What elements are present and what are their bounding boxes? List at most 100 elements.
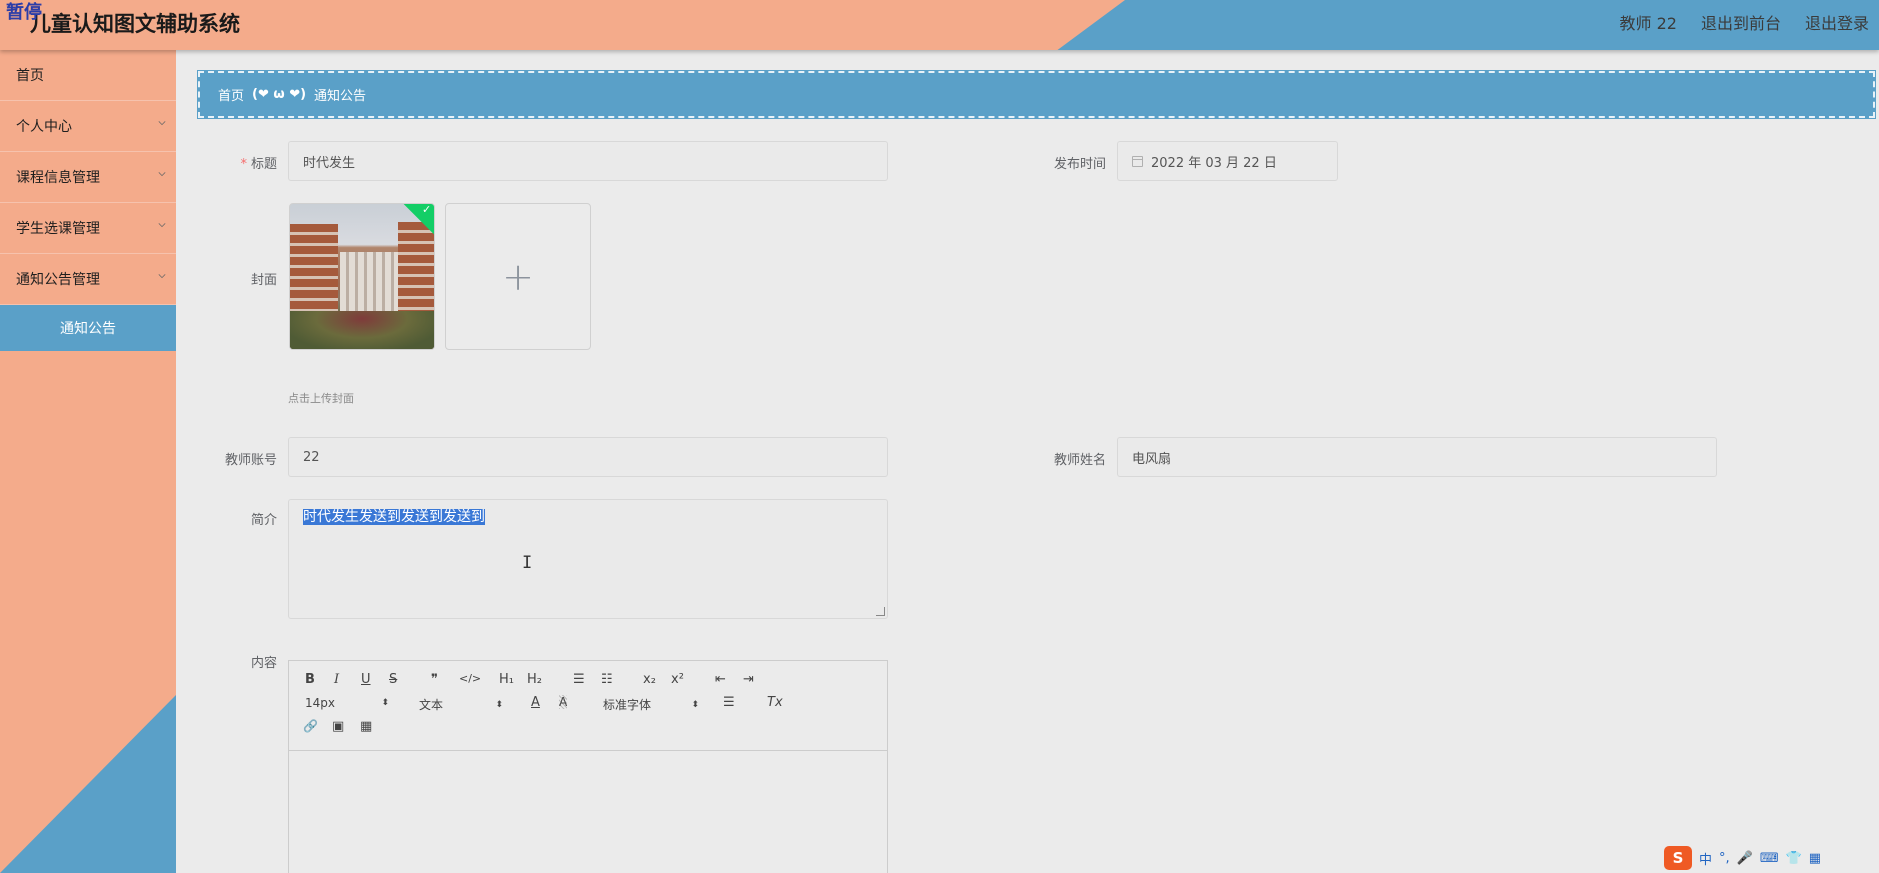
- sidebar-item-label: 个人中心: [16, 119, 72, 135]
- intro-selected-text: 时代发生发送到发送到发送到: [303, 509, 485, 525]
- content-label: 内容: [250, 656, 277, 671]
- link-button[interactable]: 🔗: [303, 719, 318, 733]
- indent-button[interactable]: ⇥: [743, 672, 754, 687]
- sidebar-item-label: 课程信息管理: [16, 170, 100, 186]
- chevron-up-icon: [158, 274, 166, 279]
- font-family-value: 标准字体: [603, 698, 652, 712]
- block-type-value: 文本: [419, 698, 444, 712]
- chevron-down-icon: [158, 121, 166, 126]
- cover-building-mid: [340, 252, 398, 314]
- logout-link[interactable]: 退出登录: [1805, 10, 1869, 34]
- sidebar-item-label: 首页: [16, 68, 44, 84]
- title-input[interactable]: 时代发生: [288, 141, 888, 181]
- breadcrumb-separator: (❤ ω ❤): [252, 87, 307, 102]
- h1-button[interactable]: H₁: [499, 672, 514, 687]
- ime-logo[interactable]: S: [1664, 846, 1692, 870]
- bullet-list-button[interactable]: ☷: [601, 672, 613, 687]
- rich-text-editor[interactable]: B I U S ❞ </> H₁ H₂ ☰ ☷ x₂ x² ⇤ ⇥ 14px ⬍…: [288, 660, 888, 873]
- app-title: 儿童认知图文辅助系统: [30, 12, 240, 36]
- font-size-value: 14px: [305, 696, 335, 710]
- align-button[interactable]: ☰: [723, 695, 735, 710]
- teacher-name-input[interactable]: 电风扇: [1117, 437, 1717, 477]
- background-color-button[interactable]: A: [559, 695, 568, 709]
- superscript-button[interactable]: x²: [671, 672, 684, 687]
- ime-punctuation[interactable]: °,: [1719, 851, 1730, 866]
- sidebar: 首页 个人中心 课程信息管理 学生选课管理 通知公告管理 通知公告: [0, 50, 176, 873]
- teacher-account-value: 22: [303, 449, 320, 465]
- sidebar-decor: [0, 695, 176, 873]
- teacher-account-label: 教师账号: [224, 453, 277, 468]
- h2-button[interactable]: H₂: [527, 672, 542, 687]
- sidebar-item-notice-manage[interactable]: 通知公告管理: [0, 254, 176, 305]
- teacher-account-input[interactable]: 22: [288, 437, 888, 477]
- top-header: 儿童认知图文辅助系统 暂停 教师 22 退出到前台 退出登录: [0, 0, 1879, 50]
- sidebar-item-label: 通知公告管理: [16, 272, 100, 288]
- ordered-list-button[interactable]: ☰: [573, 672, 585, 687]
- ime-toolbar: S 中 °, 🎤 ⌨ 👕 ▦: [1664, 846, 1821, 870]
- cover-label: 封面: [250, 273, 277, 288]
- outdent-button[interactable]: ⇤: [715, 672, 726, 687]
- sidebar-item-student-course[interactable]: 学生选课管理: [0, 203, 176, 254]
- cover-building-right: [398, 222, 434, 317]
- sidebar-item-home[interactable]: 首页: [0, 50, 176, 101]
- block-type-select[interactable]: 文本 ⬍: [419, 696, 503, 713]
- breadcrumb-home[interactable]: 首页: [218, 85, 244, 104]
- header-actions: 教师 22 退出到前台 退出登录: [1620, 10, 1869, 34]
- exit-to-front-link[interactable]: 退出到前台: [1701, 10, 1781, 34]
- cover-garden: [290, 311, 434, 349]
- microphone-icon[interactable]: 🎤: [1737, 851, 1753, 866]
- skin-icon[interactable]: 👕: [1786, 851, 1802, 866]
- font-color-button[interactable]: A: [531, 695, 540, 710]
- select-arrows-icon: ⬍: [691, 699, 699, 710]
- sidebar-item-label: 学生选课管理: [16, 221, 100, 237]
- underline-button[interactable]: U: [361, 672, 371, 687]
- image-button[interactable]: ▣: [332, 719, 344, 734]
- font-family-select[interactable]: 标准字体 ⬍: [603, 696, 699, 713]
- sidebar-item-notice[interactable]: 通知公告: [0, 305, 176, 351]
- intro-label: 简介: [250, 513, 277, 528]
- select-arrows-icon: ⬍: [381, 698, 389, 708]
- teacher-name-label: 教师姓名: [1053, 453, 1106, 468]
- current-user: 教师 22: [1619, 14, 1677, 33]
- clean-format-button[interactable]: Tx: [767, 695, 783, 710]
- publish-time-label: 发布时间: [1053, 157, 1106, 172]
- subscript-button[interactable]: x₂: [643, 672, 656, 687]
- blockquote-button[interactable]: ❞: [431, 672, 438, 687]
- pause-badge: 暂停: [6, 2, 42, 23]
- title-label-text: 标题: [250, 157, 277, 172]
- title-label: * 标题: [187, 153, 277, 172]
- video-button[interactable]: ▦: [360, 719, 372, 734]
- publish-date-input[interactable]: 2022 年 03 月 22 日: [1117, 141, 1338, 181]
- resize-handle[interactable]: [876, 607, 885, 616]
- intro-textarea[interactable]: 时代发生发送到发送到发送到: [288, 499, 888, 619]
- cover-building-left: [290, 224, 338, 319]
- keyboard-icon[interactable]: ⌨: [1760, 851, 1779, 866]
- check-icon: ✓: [422, 203, 432, 216]
- required-mark: *: [240, 157, 247, 172]
- ime-mode[interactable]: 中: [1699, 849, 1712, 868]
- code-block-button[interactable]: </>: [459, 672, 481, 685]
- text-cursor-icon: I: [522, 553, 533, 573]
- chevron-down-icon: [158, 223, 166, 228]
- calendar-icon: [1132, 155, 1143, 167]
- publish-date-value: 2022 年 03 月 22 日: [1151, 155, 1277, 171]
- teacher-name-value: 电风扇: [1132, 451, 1172, 467]
- font-size-select[interactable]: 14px ⬍: [305, 696, 389, 710]
- breadcrumb-current: 通知公告: [314, 89, 367, 104]
- editor-content-area[interactable]: [289, 751, 887, 873]
- cover-upload-button[interactable]: +: [445, 203, 591, 350]
- bold-button[interactable]: B: [305, 672, 315, 687]
- title-input-value: 时代发生: [303, 155, 356, 171]
- strike-button[interactable]: S: [389, 672, 397, 687]
- grid-icon[interactable]: ▦: [1809, 851, 1821, 866]
- cover-upload-hint: 点击上传封面: [288, 392, 354, 405]
- chevron-down-icon: [158, 172, 166, 177]
- sidebar-item-label: 通知公告: [60, 321, 116, 337]
- plus-icon: +: [502, 254, 534, 299]
- sidebar-item-course-info[interactable]: 课程信息管理: [0, 152, 176, 203]
- select-arrows-icon: ⬍: [495, 699, 503, 710]
- cover-image[interactable]: ✓: [289, 203, 435, 350]
- italic-button[interactable]: I: [334, 672, 339, 687]
- sidebar-item-personal-center[interactable]: 个人中心: [0, 101, 176, 152]
- editor-toolbar: B I U S ❞ </> H₁ H₂ ☰ ☷ x₂ x² ⇤ ⇥ 14px ⬍…: [289, 661, 887, 751]
